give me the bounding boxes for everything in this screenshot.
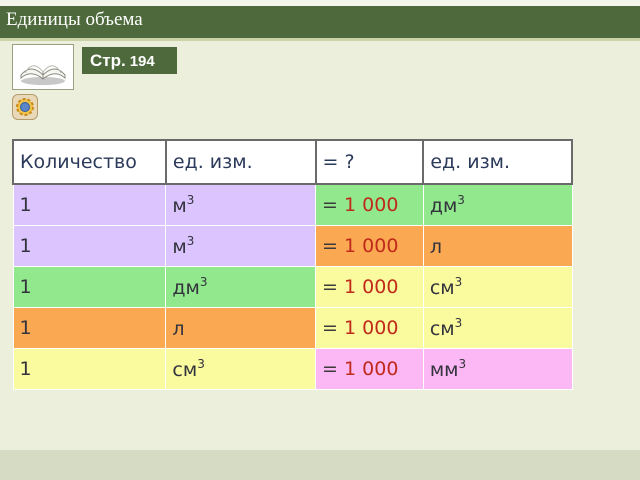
equals-sign: =	[322, 276, 338, 299]
cell-unit-from: см3	[165, 348, 317, 390]
unit-text: л	[172, 318, 185, 341]
title-bar: Единицы объема	[0, 6, 640, 41]
unit-exponent: 3	[454, 316, 463, 331]
conversion-value: 1 000	[344, 317, 399, 340]
cell-unit-from: дм3	[165, 266, 317, 309]
table-header-row: Количество ед. изм. = ? ед. изм.	[12, 139, 573, 185]
cell-quantity: 1	[12, 266, 167, 309]
cell-conversion: = 1 000	[315, 348, 424, 390]
open-book-icon[interactable]	[12, 44, 74, 90]
equals-sign: =	[322, 194, 338, 217]
cell-unit-from: л	[165, 307, 317, 350]
unit-exponent: 3	[458, 357, 467, 371]
table-row: 1 см3 = 1 000 мм3	[12, 348, 573, 390]
cell-unit-from: м3	[165, 225, 317, 268]
unit-text: см	[172, 359, 198, 381]
gear-icon[interactable]	[12, 94, 38, 120]
cell-unit-to: см3	[422, 307, 573, 350]
unit-text: л	[429, 236, 442, 259]
equals-sign: =	[322, 358, 338, 380]
page-title: Единицы объема	[6, 9, 143, 30]
header-unit-from: ед. изм.	[164, 139, 317, 185]
unit-exponent: 3	[454, 275, 463, 290]
cell-quantity: 1	[12, 348, 167, 390]
unit-exponent: 3	[199, 275, 208, 290]
volume-units-table: Количество ед. изм. = ? ед. изм. 1 м3 = …	[12, 139, 573, 390]
unit-exponent: 3	[186, 234, 195, 249]
unit-text: дм	[429, 195, 458, 218]
cell-unit-to: см3	[422, 266, 573, 309]
unit-text: см	[429, 318, 455, 341]
unit-text: дм	[172, 277, 200, 300]
equals-sign: =	[322, 317, 338, 340]
cell-unit-to: л	[422, 225, 573, 268]
cell-conversion: = 1 000	[315, 183, 424, 227]
page-number-badge: Стр. 194	[82, 47, 177, 74]
page-prefix: Стр.	[90, 51, 126, 70]
cell-conversion: = 1 000	[315, 225, 424, 268]
cell-conversion: = 1 000	[315, 266, 424, 309]
cell-quantity: 1	[12, 225, 167, 268]
cell-unit-to: дм3	[422, 183, 573, 227]
equals-sign: =	[322, 235, 338, 258]
table-row: 1 м3 = 1 000 л	[12, 225, 573, 268]
table-row: 1 дм3 = 1 000 см3	[12, 266, 573, 309]
header-equals: = ?	[314, 139, 425, 185]
unit-exponent: 3	[197, 357, 205, 371]
bottom-bar	[0, 450, 640, 480]
conversion-value: 1 000	[344, 194, 399, 217]
unit-text: м	[172, 236, 187, 259]
cell-conversion: = 1 000	[315, 307, 424, 350]
header-unit-to: ед. изм.	[422, 139, 573, 185]
conversion-value: 1 000	[344, 235, 399, 258]
cell-unit-to: мм3	[422, 348, 573, 390]
header-quantity: Количество	[12, 139, 167, 185]
unit-exponent: 3	[457, 193, 465, 208]
conversion-value: 1 000	[344, 358, 399, 380]
unit-exponent: 3	[186, 193, 195, 208]
cell-quantity: 1	[12, 307, 167, 350]
unit-text: мм	[429, 359, 459, 381]
page-number: 194	[129, 53, 155, 70]
cell-quantity: 1	[12, 183, 167, 227]
unit-text: см	[429, 277, 455, 300]
table-row: 1 л = 1 000 см3	[12, 307, 573, 350]
table-row: 1 м3 = 1 000 дм3	[12, 183, 573, 227]
conversion-value: 1 000	[344, 276, 399, 299]
cell-unit-from: м3	[165, 183, 317, 227]
unit-text: м	[172, 195, 187, 218]
